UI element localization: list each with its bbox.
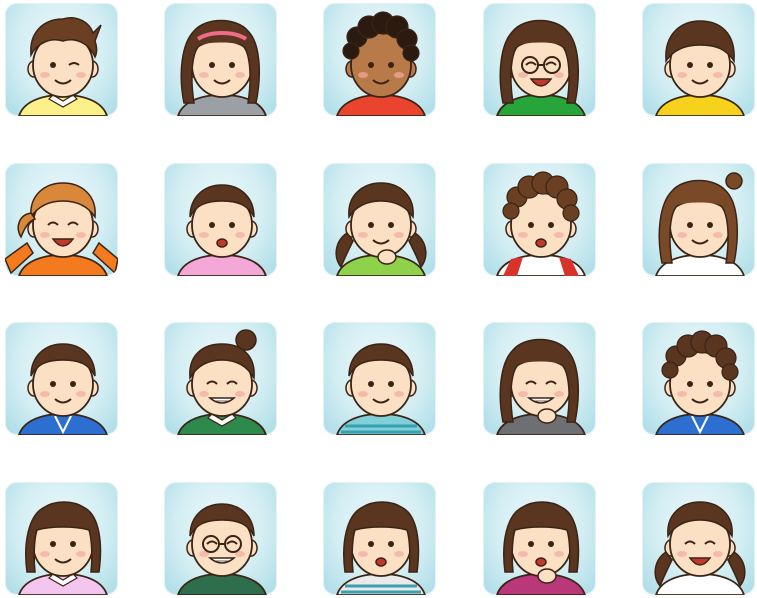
avatar-icon: [655, 20, 745, 116]
avatar-tile[interactable]: [5, 3, 118, 116]
avatar-icon: [18, 17, 108, 116]
avatar-tile[interactable]: [5, 482, 118, 595]
avatar-icon: [335, 182, 427, 276]
avatar-icon: [18, 343, 108, 435]
avatar-tile[interactable]: [642, 3, 755, 116]
avatar-tile[interactable]: [5, 322, 118, 435]
avatar-icon: [496, 171, 586, 276]
avatar-icon: [177, 329, 267, 435]
avatar-tile[interactable]: [323, 322, 436, 435]
avatar-grid: [0, 0, 757, 598]
avatar-icon: [177, 503, 267, 595]
avatar-tile[interactable]: [323, 482, 436, 595]
avatar-icon: [655, 330, 745, 435]
avatar-tile[interactable]: [483, 163, 596, 276]
avatar-tile[interactable]: [5, 163, 118, 276]
avatar-icon: [336, 501, 426, 595]
avatar-tile[interactable]: [323, 3, 436, 116]
avatar-tile[interactable]: [642, 482, 755, 595]
avatar-tile[interactable]: [483, 3, 596, 116]
avatar-tile[interactable]: [642, 163, 755, 276]
avatar-icon: [177, 184, 267, 276]
avatar-tile[interactable]: [483, 322, 596, 435]
avatar-icon: [336, 343, 426, 435]
avatar-icon: [654, 501, 746, 595]
avatar-icon: [496, 19, 586, 116]
avatar-tile[interactable]: [164, 163, 277, 276]
avatar-tile[interactable]: [483, 482, 596, 595]
avatar-tile[interactable]: [323, 163, 436, 276]
avatar-tile[interactable]: [164, 322, 277, 435]
avatar-icon: [5, 182, 118, 276]
avatar-tile[interactable]: [164, 482, 277, 595]
avatar-tile[interactable]: [642, 322, 755, 435]
avatar-icon: [177, 19, 267, 116]
avatar-icon: [18, 501, 108, 595]
avatar-icon: [655, 172, 745, 276]
avatar-icon: [496, 338, 586, 435]
avatar-icon: [336, 11, 426, 116]
avatar-tile[interactable]: [164, 3, 277, 116]
avatar-icon: [496, 501, 586, 595]
